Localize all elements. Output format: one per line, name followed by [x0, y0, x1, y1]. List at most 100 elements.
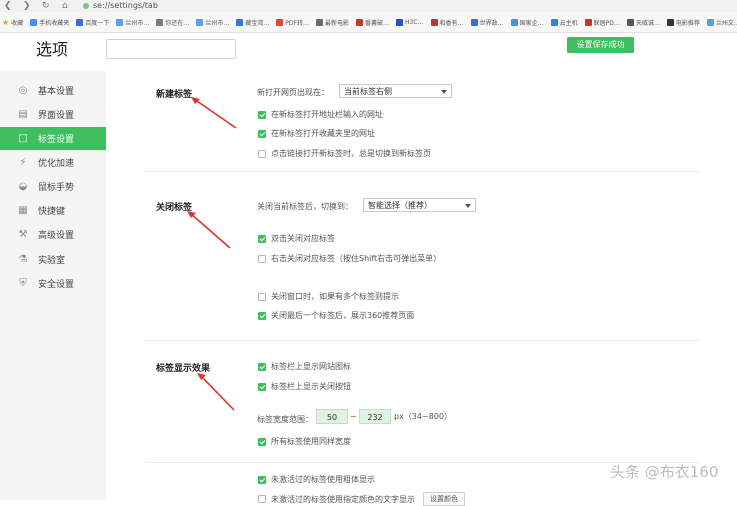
- bookmark-item[interactable]: 联居PD…: [584, 18, 620, 27]
- option-label: 点击链接打开新标签时，总是切换到新标签页: [271, 149, 431, 158]
- option-row[interactable]: 点击链接打开新标签时，总是切换到新标签页: [258, 148, 431, 159]
- open-position-select[interactable]: 当前标签右侧: [339, 84, 452, 98]
- bookmark-item[interactable]: 你还在…: [156, 18, 189, 27]
- option-checkbox[interactable]: [258, 382, 266, 391]
- bookmark-item[interactable]: 手机收藏夹: [30, 18, 69, 27]
- sidebar-item-label: 标签设置: [38, 135, 75, 145]
- reload-icon[interactable]: ↻: [42, 0, 50, 12]
- sidebar-item-layout[interactable]: ▤ 界面设置: [0, 103, 106, 126]
- same-width-option[interactable]: 所有标签使用同样宽度: [258, 436, 351, 447]
- tab-width-separator: ~: [350, 412, 357, 421]
- chevron-down-icon: [441, 90, 447, 94]
- option-checkbox[interactable]: [258, 110, 266, 119]
- sidebar-item-wrench[interactable]: ⚒ 高级设置: [0, 223, 106, 246]
- tab-width-min-input[interactable]: 50: [316, 409, 348, 424]
- sidebar-item-settings[interactable]: ◎ 基本设置: [0, 79, 106, 102]
- sidebar-item-keyboard[interactable]: ▦ 快捷键: [0, 199, 106, 222]
- bookmark-item[interactable]: 兰州市…: [196, 18, 229, 27]
- bold-unvisited-option[interactable]: 未激活过的标签使用粗体显示: [258, 474, 375, 485]
- tab-width-max-input[interactable]: 232: [359, 409, 391, 424]
- bold-unvisited-checkbox[interactable]: [258, 475, 266, 484]
- tab-icon: □: [18, 132, 28, 144]
- bookmark-item[interactable]: 和香有…: [430, 18, 464, 27]
- bookmark-item[interactable]: 最新电影: [315, 18, 349, 27]
- red-arrow-icon: [191, 97, 237, 129]
- option-row[interactable]: 关闭最后一个标签后，展示360推荐页面: [258, 310, 414, 321]
- bookmark-item[interactable]: 兰州市…: [116, 18, 149, 27]
- bookmark-label: 番薯破…: [365, 19, 390, 27]
- bookmark-item[interactable]: 百度一下: [76, 18, 109, 27]
- option-row[interactable]: 双击关闭对应标签: [258, 233, 335, 244]
- bookmark-favorites[interactable]: ★ 收藏: [0, 18, 23, 27]
- sidebar-item-mouse[interactable]: ◒ 鼠标手势: [0, 175, 106, 198]
- option-label: 关闭最后一个标签后，展示360推荐页面: [271, 311, 415, 320]
- page-header: 选项 设置保存成功: [0, 33, 737, 63]
- bookmark-label: H3C…: [405, 18, 424, 26]
- tab-width-controls: 50 ~ 232 px（34~800）: [316, 409, 516, 425]
- wrench-icon: ⚒: [18, 228, 28, 240]
- bookmark-label: 天威诚…: [635, 19, 660, 27]
- color-unvisited-option[interactable]: 未激活过的标签使用指定颜色的文字显示 设置颜色: [258, 492, 465, 506]
- star-icon: ★: [2, 17, 10, 27]
- sidebar-item-shield[interactable]: ⛨ 安全设置: [0, 272, 106, 295]
- bookmark-favicon-icon: [430, 18, 438, 26]
- url-field[interactable]: se://settings/tab: [83, 0, 158, 12]
- set-color-button[interactable]: 设置颜色: [423, 492, 465, 506]
- sidebar-item-label: 界面设置: [38, 111, 75, 121]
- option-checkbox[interactable]: [258, 234, 266, 243]
- option-checkbox[interactable]: [258, 254, 266, 263]
- option-row[interactable]: 关闭窗口时，如果有多个标签则提示: [258, 291, 399, 302]
- home-icon[interactable]: ⌂: [62, 0, 68, 12]
- bookmark-item[interactable]: PDF转…: [276, 18, 309, 27]
- sidebar-item-tab[interactable]: □ 标签设置: [0, 127, 106, 150]
- section-title-new-tab: 新建标签: [156, 90, 193, 100]
- bookmark-item[interactable]: 国家企…: [510, 18, 544, 27]
- shield-icon: ⛨: [19, 277, 27, 289]
- sidebar-item-label: 基本设置: [38, 87, 75, 97]
- bookmark-item[interactable]: 番薯破…: [356, 18, 389, 27]
- sidebar-item-label: 实验室: [38, 256, 66, 266]
- option-checkbox[interactable]: [258, 362, 266, 371]
- address-bar-area: ❮ ❯ ↻ ⌂ se://settings/tab: [0, 0, 737, 12]
- bookmark-item[interactable]: 兰州文…: [706, 18, 737, 27]
- option-row[interactable]: 标签栏上显示关闭按钮: [258, 381, 351, 392]
- switch-after-close-label: 关闭当前标签后，切换到：: [257, 202, 353, 211]
- option-checkbox[interactable]: [258, 129, 266, 138]
- switch-after-close-select[interactable]: 智能选择（推荐）: [363, 198, 476, 212]
- bookmark-item[interactable]: 电影推荐: [666, 18, 700, 27]
- option-label: 右击关闭对应标签（按住Shift右击可弹出菜单）: [271, 254, 442, 263]
- option-row[interactable]: 标签栏上显示网站图标: [258, 361, 351, 372]
- same-width-checkbox[interactable]: [258, 437, 266, 446]
- bookmark-label: 藏宝湾…: [245, 19, 270, 27]
- option-checkbox[interactable]: [258, 149, 266, 158]
- switch-after-close-value: 智能选择（推荐）: [368, 201, 432, 210]
- bookmark-label: 手机收藏夹: [39, 19, 70, 27]
- sidebar-item-flask[interactable]: ⚗ 实验室: [0, 248, 106, 271]
- page-title: 选项: [36, 40, 69, 59]
- option-checkbox[interactable]: [258, 311, 266, 320]
- settings-saved-button[interactable]: 设置保存成功: [567, 37, 634, 53]
- bookmark-item[interactable]: 云主机: [550, 18, 578, 27]
- bookmark-item[interactable]: 天威诚…: [626, 18, 660, 27]
- red-arrow-icon: [187, 211, 231, 249]
- open-position-label: 新打开网页出现在：: [257, 88, 329, 97]
- bookmark-item[interactable]: 藏宝湾…: [236, 18, 269, 27]
- option-label: 在新标签打开地址栏输入的网址: [271, 110, 383, 119]
- option-label: 在新标签打开收藏夹里的网址: [271, 129, 375, 138]
- bookmark-favicon-icon: [706, 18, 714, 26]
- secure-icon: [83, 3, 89, 9]
- option-row[interactable]: 在新标签打开地址栏输入的网址: [258, 109, 383, 120]
- bookmark-item[interactable]: H3C…: [396, 18, 424, 26]
- tab-width-label: 标签宽度范围：: [257, 415, 313, 424]
- option-checkbox[interactable]: [258, 292, 266, 301]
- color-unvisited-checkbox[interactable]: [258, 495, 266, 503]
- forward-icon[interactable]: ❯: [23, 0, 31, 12]
- sidebar-item-lightning[interactable]: ⚡ 优化加速: [0, 151, 106, 174]
- search-input[interactable]: [106, 39, 236, 59]
- bookmarks-bar: ★ 收藏 手机收藏夹 百度一下 兰州市… 你还在… 兰州市… 藏宝湾… PDF转… 最新电影 番薯破…: [0, 12, 737, 33]
- back-icon[interactable]: ❮: [4, 0, 12, 12]
- option-row[interactable]: 在新标签打开收藏夹里的网址: [258, 128, 375, 139]
- option-row[interactable]: 右击关闭对应标签（按住Shift右击可弹出菜单）: [258, 253, 441, 264]
- bookmark-item[interactable]: 世界政…: [470, 18, 504, 27]
- option-label: 双击关闭对应标签: [271, 234, 335, 243]
